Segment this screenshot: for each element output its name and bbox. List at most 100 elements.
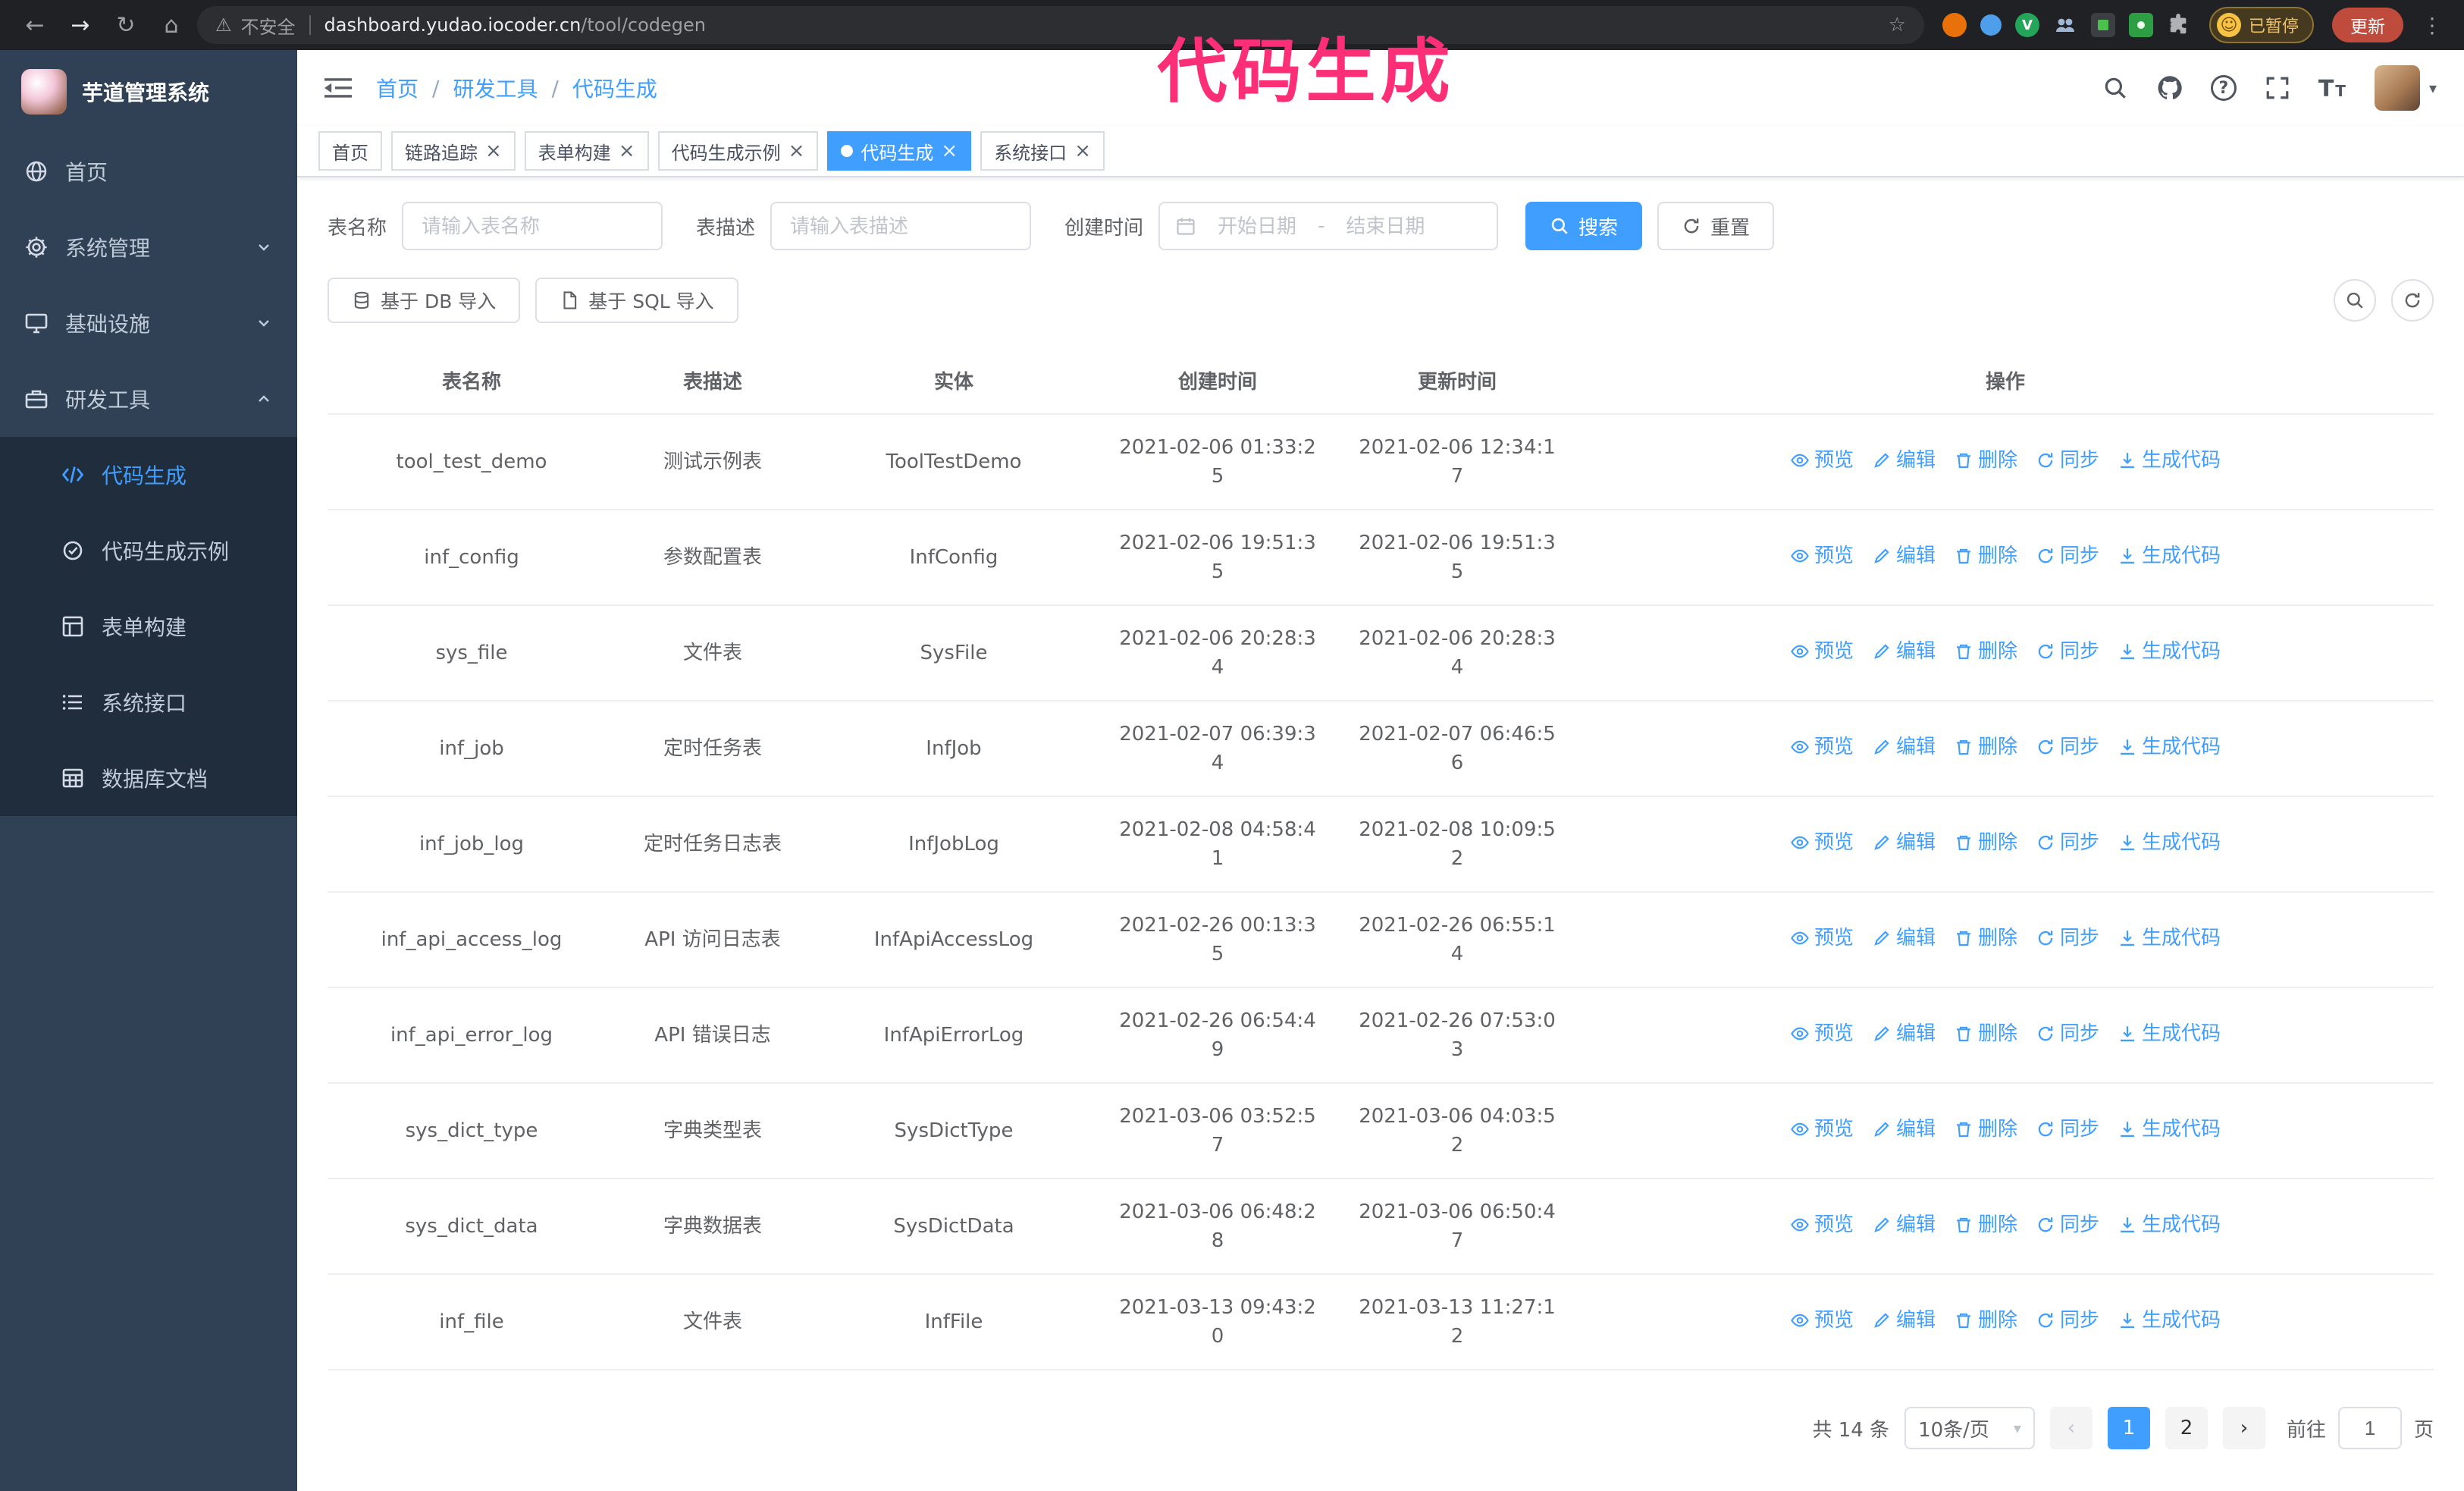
help-icon[interactable]: ? [2210,75,2237,101]
edit-link[interactable]: 编辑 [1872,733,1936,761]
generate-link[interactable]: 生成代码 [2118,733,2221,761]
edit-link[interactable]: 编辑 [1872,1306,1936,1335]
sidebar-item-codegen-example[interactable]: 代码生成示例 [0,513,297,589]
generate-link[interactable]: 生成代码 [2118,1210,2221,1239]
sync-link[interactable]: 同步 [2036,446,2099,475]
sync-link[interactable]: 同步 [2036,924,2099,953]
tab-codegen[interactable]: 代码生成 × [827,131,972,171]
generate-link[interactable]: 生成代码 [2118,446,2221,475]
tab-close-icon[interactable]: × [619,141,635,161]
sidebar-item-infrastructure[interactable]: 基础设施 [0,285,297,361]
tab-form-builder[interactable]: 表单构建 × [524,131,649,171]
preview-link[interactable]: 预览 [1790,1306,1854,1335]
import-db-button[interactable]: 基于 DB 导入 [328,278,521,323]
menu-fold-icon[interactable] [324,76,352,100]
delete-link[interactable]: 删除 [1954,733,2017,761]
delete-link[interactable]: 删除 [1954,1210,2017,1239]
home-icon[interactable]: ⌂ [152,12,191,39]
page-size-select[interactable]: 10条/页 ▾ [1904,1407,2035,1449]
reset-button[interactable]: 重置 [1657,202,1775,250]
extension-icon-5[interactable] [2090,13,2115,37]
user-menu[interactable]: ▾ [2374,65,2437,111]
breadcrumb-home[interactable]: 首页 [376,73,419,103]
extension-icon-1[interactable] [1942,13,1967,37]
bookmark-star-icon[interactable]: ☆ [1889,14,1906,36]
page-1-button[interactable]: 1 [2107,1407,2150,1449]
extension-icon-6[interactable] [2128,13,2153,37]
tab-codegen-example[interactable]: 代码生成示例 × [657,131,819,171]
goto-page-input[interactable] [2337,1407,2402,1449]
tab-system-api[interactable]: 系统接口 × [980,131,1105,171]
page-2-button[interactable]: 2 [2165,1407,2208,1449]
edit-link[interactable]: 编辑 [1872,924,1936,953]
preview-link[interactable]: 预览 [1790,541,1854,570]
fullscreen-icon[interactable] [2264,74,2291,102]
sync-link[interactable]: 同步 [2036,637,2099,666]
generate-link[interactable]: 生成代码 [2118,637,2221,666]
edit-link[interactable]: 编辑 [1872,1115,1936,1144]
preview-link[interactable]: 预览 [1790,1019,1854,1048]
edit-link[interactable]: 编辑 [1872,1019,1936,1048]
profile-paused-badge[interactable]: ☺ 已暂停 [2209,7,2314,43]
sync-link[interactable]: 同步 [2036,828,2099,857]
edit-link[interactable]: 编辑 [1872,446,1936,475]
tab-close-icon[interactable]: × [788,141,805,161]
sync-link[interactable]: 同步 [2036,1306,2099,1335]
breadcrumb-group[interactable]: 研发工具 [453,73,538,103]
date-range-picker[interactable]: - [1158,202,1499,250]
generate-link[interactable]: 生成代码 [2118,828,2221,857]
extensions-puzzle-icon[interactable] [2167,13,2191,37]
sidebar-item-form-builder[interactable]: 表单构建 [0,589,297,664]
delete-link[interactable]: 删除 [1954,828,2017,857]
sidebar-item-system-api[interactable]: 系统接口 [0,664,297,740]
sync-link[interactable]: 同步 [2036,733,2099,761]
start-date-input[interactable] [1207,214,1308,238]
preview-link[interactable]: 预览 [1790,1210,1854,1239]
import-sql-button[interactable]: 基于 SQL 导入 [535,278,738,323]
tab-home[interactable]: 首页 [318,131,382,171]
refresh-table-button[interactable] [2391,279,2434,322]
sidebar-item-db-docs[interactable]: 数据库文档 [0,740,297,816]
preview-link[interactable]: 预览 [1790,637,1854,666]
reload-icon[interactable]: ↻ [106,12,146,39]
sync-link[interactable]: 同步 [2036,541,2099,570]
sync-link[interactable]: 同步 [2036,1210,2099,1239]
generate-link[interactable]: 生成代码 [2118,1115,2221,1144]
tab-close-icon[interactable]: × [1074,141,1091,161]
font-size-icon[interactable]: TT [2318,74,2347,102]
tab-close-icon[interactable]: × [941,141,958,161]
sidebar-item-codegen[interactable]: 代码生成 [0,437,297,513]
extension-icon-2[interactable] [1980,14,2002,36]
update-button[interactable]: 更新 [2332,8,2403,42]
generate-link[interactable]: 生成代码 [2118,541,2221,570]
table-desc-input[interactable] [770,202,1032,250]
delete-link[interactable]: 删除 [1954,541,2017,570]
prev-page-button[interactable]: ‹ [2049,1407,2093,1449]
app-logo[interactable]: 芋道管理系统 [0,50,297,133]
delete-link[interactable]: 删除 [1954,1115,2017,1144]
extension-icon-3[interactable]: V [2014,13,2039,37]
browser-menu-icon[interactable]: ⋮ [2422,13,2443,38]
delete-link[interactable]: 删除 [1954,924,2017,953]
sync-link[interactable]: 同步 [2036,1115,2099,1144]
search-button[interactable]: 搜索 [1525,202,1643,250]
tab-close-icon[interactable]: × [485,141,502,161]
preview-link[interactable]: 预览 [1790,1115,1854,1144]
preview-link[interactable]: 预览 [1790,828,1854,857]
edit-link[interactable]: 编辑 [1872,1210,1936,1239]
delete-link[interactable]: 删除 [1954,637,2017,666]
generate-link[interactable]: 生成代码 [2118,1306,2221,1335]
next-page-button[interactable]: › [2222,1407,2265,1449]
preview-link[interactable]: 预览 [1790,733,1854,761]
preview-link[interactable]: 预览 [1790,446,1854,475]
sync-link[interactable]: 同步 [2036,1019,2099,1048]
tab-tracing[interactable]: 链路追踪 × [391,131,516,171]
forward-icon[interactable]: → [61,12,100,39]
delete-link[interactable]: 删除 [1954,1019,2017,1048]
edit-link[interactable]: 编辑 [1872,541,1936,570]
github-icon[interactable] [2156,74,2183,102]
edit-link[interactable]: 编辑 [1872,637,1936,666]
delete-link[interactable]: 删除 [1954,1306,2017,1335]
generate-link[interactable]: 生成代码 [2118,1019,2221,1048]
table-name-input[interactable] [402,202,663,250]
